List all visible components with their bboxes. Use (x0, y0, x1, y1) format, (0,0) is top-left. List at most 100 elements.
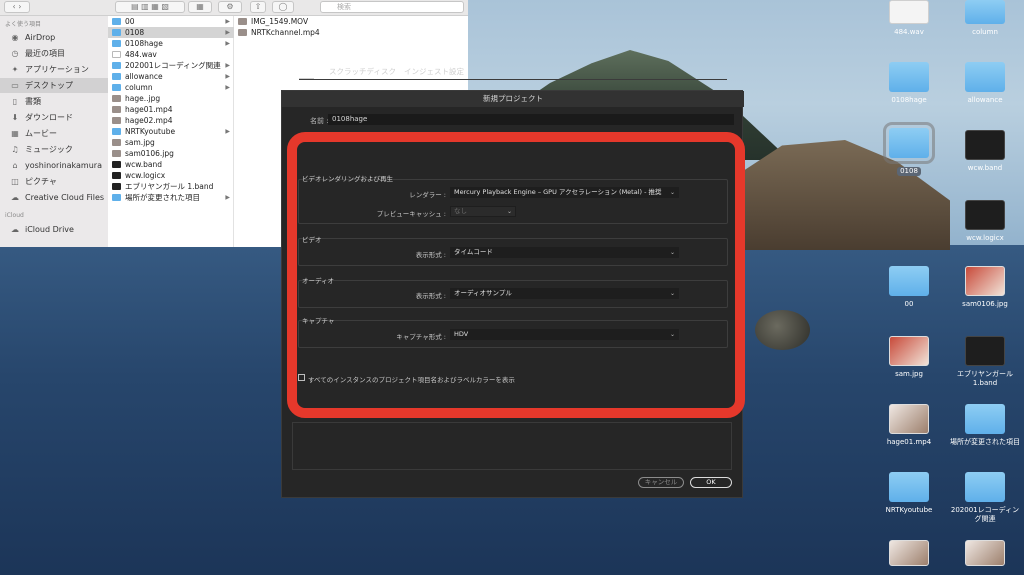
list-item[interactable]: エブリヤンガール 1.band (108, 181, 234, 192)
show-label-colors-label: すべてのインスタンスのプロジェクト項目名およびラベルカラーを表示 (308, 376, 515, 384)
sidebar-item-desktop[interactable]: ▭ デスクトップ (0, 78, 108, 93)
desktop-icon-sam0106[interactable]: sam0106.jpg (950, 266, 1020, 309)
desktop-icon: ▭ (11, 81, 19, 90)
list-item[interactable]: 場所が変更された項目 ▶ (108, 192, 234, 203)
list-item[interactable]: wcw.logicx (108, 170, 234, 181)
list-item[interactable]: column ▶ (108, 82, 234, 93)
tag-button[interactable]: ◯ (272, 1, 294, 13)
list-item[interactable]: hage02.mp4 (108, 115, 234, 126)
sidebar-item-applications[interactable]: ✦ アプリケーション (0, 62, 108, 77)
capture-format-select[interactable]: HDV ⌄ (450, 329, 679, 340)
desktop-icon-allowance[interactable]: allowance (950, 62, 1020, 105)
folder-icon (965, 472, 1005, 502)
search-input[interactable]: 検索 (320, 1, 464, 13)
list-item[interactable]: 00 ▶ (108, 16, 234, 27)
desktop-icon-wcw-band[interactable]: wcw.band (950, 130, 1020, 173)
audio-section-title: オーディオ (302, 277, 335, 285)
folder-icon (889, 62, 929, 92)
ok-button[interactable]: OK (690, 477, 732, 488)
desktop-icon-0108[interactable]: 0108 (874, 122, 944, 177)
music-icon: ♫ (11, 145, 19, 154)
list-item[interactable]: hage01.mp4 (108, 104, 234, 115)
desktop-icon-wcw-logicx[interactable]: wcw.logicx (950, 200, 1020, 243)
list-item[interactable]: sam.jpg (108, 137, 234, 148)
list-item[interactable]: hage..jpg (108, 93, 234, 104)
list-item[interactable]: allowance ▶ (108, 71, 234, 82)
sidebar-item-home[interactable]: ⌂ yoshinorinakamura (0, 158, 108, 173)
chevron-down-icon: ⌄ (669, 249, 675, 256)
sidebar-item-recents[interactable]: ◷ 最近の項目 (0, 46, 108, 61)
video-display-format-select[interactable]: タイムコード ⌄ (450, 247, 679, 258)
show-label-colors-checkbox[interactable] (298, 374, 305, 381)
renderer-select[interactable]: Mercury Playback Engine – GPU アクセラレーション … (450, 187, 679, 198)
icloud-header: iCloud (5, 212, 24, 219)
sidebar-item-creative-cloud[interactable]: ☁ Creative Cloud Files (0, 190, 108, 205)
chevron-down-icon: ⌄ (506, 208, 512, 215)
share-button[interactable]: ⇧ (250, 1, 266, 13)
folder-icon (965, 62, 1005, 92)
view-mode-buttons[interactable]: ▤ ▥ ▦ ▧ (115, 1, 185, 13)
desktop-icon-everyyoung-band[interactable]: エブリヤンガール 1.band (950, 336, 1020, 388)
cancel-button[interactable]: キャンセル (638, 477, 684, 488)
desktop-icon-0108hage[interactable]: 0108hage (874, 62, 944, 105)
desktop-icon-thumbnail[interactable] (950, 540, 1020, 566)
audio-display-format-select[interactable]: オーディオサンプル ⌄ (450, 288, 679, 299)
desktop-icon-nrtkyoutube[interactable]: NRTKyoutube (874, 472, 944, 515)
project-name-input[interactable]: 0108hage (328, 114, 734, 125)
video-section-title: ビデオ (302, 236, 322, 244)
tab-general[interactable]: 一般 (299, 66, 314, 79)
desktop-icon-484-wav[interactable]: 484.wav (874, 0, 944, 37)
list-item[interactable]: wcw.band (108, 159, 234, 170)
folder-icon (965, 404, 1005, 434)
image-thumbnail-icon (965, 540, 1005, 566)
project-name-label: 名前 : (310, 117, 329, 125)
sidebar-item-music[interactable]: ♫ ミュージック (0, 142, 108, 157)
desktop-icon-column[interactable]: column (950, 0, 1020, 37)
list-item[interactable]: 0108 ▶ (108, 27, 234, 38)
desktop-icon-hage01[interactable]: hage01.mp4 (874, 404, 944, 447)
desktop-icon-thumbnail[interactable] (874, 540, 944, 566)
logic-file-icon (112, 172, 121, 179)
file-icon (112, 51, 121, 58)
desktop-icon-202001-recording[interactable]: 202001レコーディン グ関連 (950, 472, 1020, 524)
list-item[interactable]: IMG_1549.MOV (234, 16, 464, 27)
action-gear-button[interactable]: ⚙ (218, 1, 242, 13)
tab-ingest-settings[interactable]: インジェスト設定 (404, 66, 464, 77)
capture-format-label: キャプチャ形式 : (396, 333, 446, 341)
image-thumbnail-icon (889, 336, 929, 366)
folder-icon (112, 84, 121, 91)
chevron-down-icon: ⌄ (669, 331, 675, 338)
list-item[interactable]: 202001レコーディング関連 ▶ (108, 60, 234, 71)
desktop-icon-moved-items[interactable]: 場所が変更された項目 (944, 404, 1024, 447)
sidebar-item-movies[interactable]: ▦ ムービー (0, 126, 108, 141)
sidebar-item-documents[interactable]: ▯ 書類 (0, 94, 108, 109)
garageband-file-icon (965, 130, 1005, 160)
list-item[interactable]: 0108hage ▶ (108, 38, 234, 49)
folder-icon (112, 62, 121, 69)
tab-scratch-disks[interactable]: スクラッチディスク (329, 66, 396, 77)
preview-cache-select[interactable]: なし ⌄ (450, 206, 516, 217)
list-item[interactable]: sam0106.jpg (108, 148, 234, 159)
folder-icon (112, 40, 121, 47)
chevron-down-icon: ⌄ (669, 189, 675, 196)
desktop-icon-sam[interactable]: sam.jpg (874, 336, 944, 379)
back-forward-buttons[interactable]: ‹ › (4, 1, 30, 13)
sidebar-item-pictures[interactable]: ◫ ピクチャ (0, 174, 108, 189)
folder-icon (112, 194, 121, 201)
finder-sidebar: よく使う項目 ◉ AirDrop ◷ 最近の項目 ✦ アプリケーション ▭ デスクトップ… (0, 16, 108, 247)
list-item[interactable]: NRTKchannel.mp4 (234, 27, 464, 38)
sidebar-item-icloud-drive[interactable]: ☁ iCloud Drive (0, 222, 108, 237)
image-file-icon (112, 95, 121, 102)
document-icon: ▯ (12, 97, 18, 106)
list-item[interactable]: NRTKyoutube ▶ (108, 126, 234, 137)
sidebar-item-downloads[interactable]: ⬇ ダウンロード (0, 110, 108, 125)
rendering-section-title: ビデオレンダリングおよび再生 (302, 175, 393, 183)
finder-toolbar: ‹ › ▤ ▥ ▦ ▧ ▦ ⚙ ⇧ ◯ 検索 (0, 0, 468, 16)
download-icon: ⬇ (11, 113, 19, 122)
sidebar-item-airdrop[interactable]: ◉ AirDrop (0, 30, 108, 45)
group-button[interactable]: ▦ (188, 1, 212, 13)
image-file-icon (112, 150, 121, 157)
list-item[interactable]: 484.wav (108, 49, 234, 60)
desktop-icon-00[interactable]: 00 (874, 266, 944, 309)
tab-divider (299, 79, 727, 80)
